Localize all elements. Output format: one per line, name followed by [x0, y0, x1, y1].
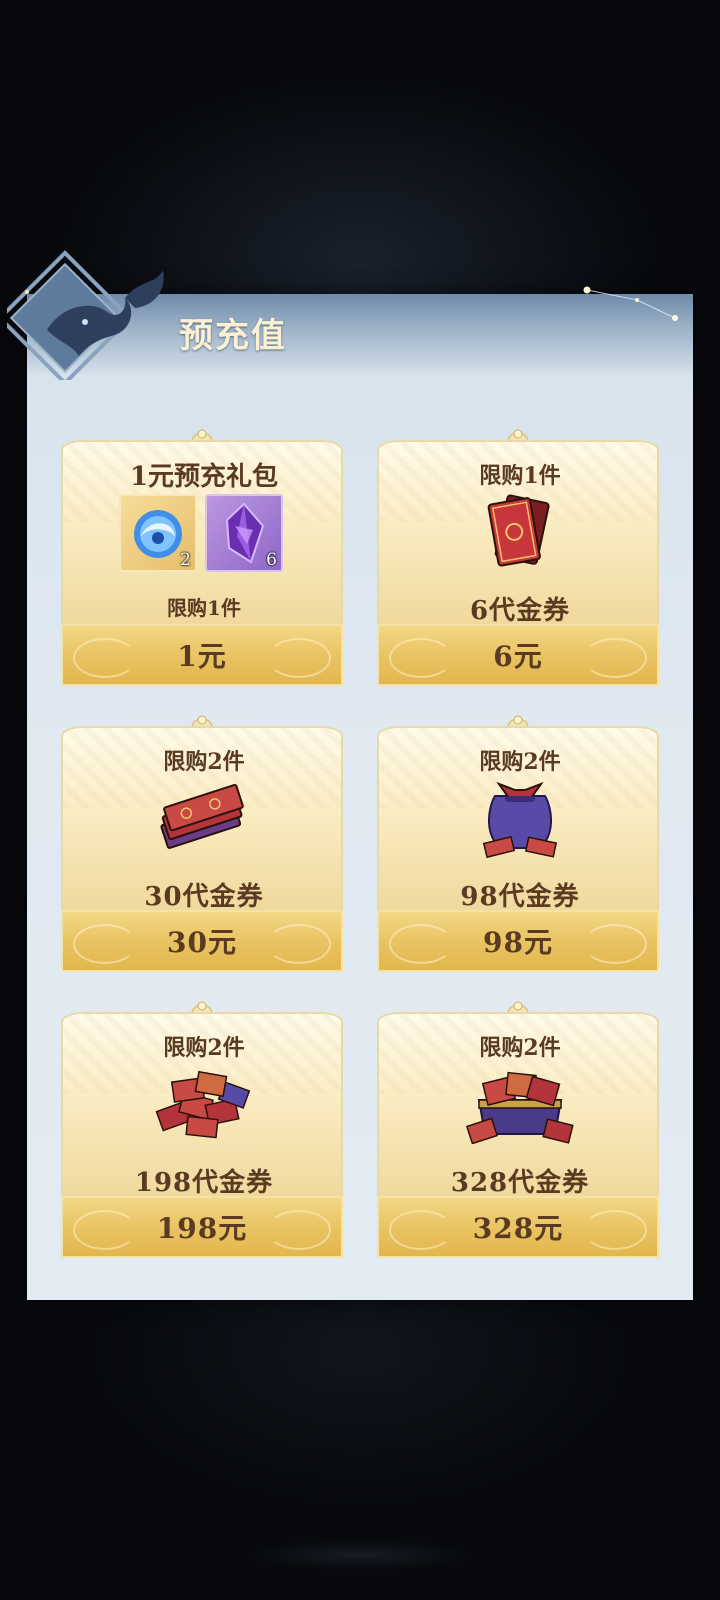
constellation-icon [583, 286, 678, 321]
voucher-card-30[interactable]: 限购2件 30代金券 30元 [61, 715, 343, 972]
price-button[interactable]: 198元 [61, 1196, 343, 1258]
voucher-cards-icon [487, 494, 550, 567]
price-button[interactable]: 1元 [61, 624, 343, 686]
voucher-pouch-icon [482, 781, 558, 859]
voucher-stack-icon [160, 784, 244, 849]
item-count: 6 [266, 550, 277, 570]
item-count: 2 [180, 550, 191, 570]
purchase-limit: 限购2件 [163, 1035, 245, 1061]
gift-pack-title: 1元预充礼包 [129, 462, 279, 492]
card-body: 限购1件 6代金券 [377, 440, 659, 624]
voucher-card-98[interactable]: 限购2件 98代金券 98元 [377, 715, 659, 972]
purchase-limit: 限购2件 [479, 749, 561, 775]
voucher-pile-icon [155, 1070, 251, 1139]
gift-pack-card[interactable]: 1元预充礼包 2 6 限购1件 1元 [61, 429, 343, 686]
card-body: 限购2件 30代金券 [61, 726, 343, 910]
fox-emblem-icon [7, 250, 164, 380]
price-button[interactable]: 30元 [61, 910, 343, 972]
panel-title: 预充值 [179, 316, 287, 356]
card-body: 限购2件 98代金券 [377, 726, 659, 910]
card-body: 1元预充礼包 2 6 限购1件 [61, 440, 343, 624]
purchase-limit: 限购1件 [167, 596, 241, 620]
purchase-limit: 限购2件 [163, 749, 245, 775]
voucher-name: 6代金券 [469, 596, 571, 624]
panel-header: 预充值 [7, 250, 693, 380]
voucher-card-6[interactable]: 限购1件 6代金券 6元 [377, 429, 659, 686]
purchase-limit: 限购1件 [479, 463, 561, 489]
voucher-name: 30代金券 [144, 882, 264, 910]
item-slot[interactable]: 6 [205, 494, 283, 572]
price-button[interactable]: 98元 [377, 910, 659, 972]
voucher-card-328[interactable]: 限购2件 328代金券 328元 [377, 1001, 659, 1258]
voucher-name: 328代金券 [450, 1168, 590, 1196]
voucher-name: 98代金券 [460, 882, 580, 910]
voucher-chest-icon [465, 1071, 574, 1144]
card-body: 限购2件 328代金券 [377, 1012, 659, 1196]
purchase-limit: 限购2件 [479, 1035, 561, 1061]
price-button[interactable]: 6元 [377, 624, 659, 686]
card-body: 限购2件 198代金券 [61, 1012, 343, 1196]
item-slot[interactable]: 2 [119, 494, 197, 572]
bottom-hint-bar [250, 1540, 470, 1570]
voucher-card-198[interactable]: 限购2件 198代金券 198元 [61, 1001, 343, 1258]
price-button[interactable]: 328元 [377, 1196, 659, 1258]
voucher-name: 198代金券 [134, 1168, 274, 1196]
